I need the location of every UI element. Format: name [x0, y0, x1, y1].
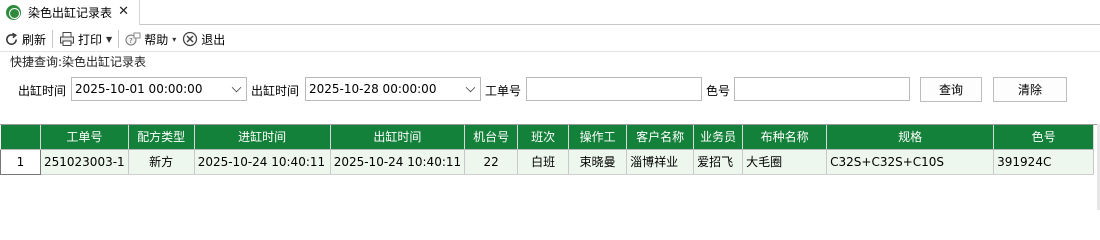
column-header[interactable]: 规格	[826, 125, 995, 150]
out-time-start-picker[interactable]: 2025-10-01 00:00:00	[71, 77, 247, 101]
cell-machine-no[interactable]: 22	[464, 149, 519, 175]
out-time-end-picker[interactable]: 2025-10-28 00:00:00	[305, 77, 481, 101]
refresh-label: 刷新	[22, 32, 47, 47]
tab-bar: 染色出缸记录表 ✕	[0, 0, 1100, 25]
print-button[interactable]: 打印 ▼	[56, 28, 115, 50]
cell-recipe-type[interactable]: 新方	[128, 149, 195, 175]
panel-divider	[0, 51, 1100, 52]
column-header[interactable]: 出缸时间	[330, 125, 466, 150]
work-no-label: 工单号	[485, 84, 522, 98]
query-panel-title: 快捷查询:染色出缸记录表	[10, 55, 147, 69]
chevron-down-icon: ▼	[106, 34, 113, 44]
cell-out-time[interactable]: 2025-10-24 10:40:11	[330, 149, 466, 175]
column-header[interactable]: 布种名称	[742, 125, 828, 150]
cell-operator[interactable]: 束晓曼	[568, 149, 628, 175]
exit-icon	[182, 31, 198, 47]
tab-label: 染色出缸记录表	[28, 6, 113, 20]
exit-label: 退出	[201, 32, 226, 47]
cell-fabric-name[interactable]: 大毛圈	[742, 149, 828, 175]
query-button[interactable]: 查询	[920, 77, 982, 102]
data-grid: 工单号 配方类型 进缸时间 出缸时间 机台号 班次 操作工 客户名称 业务员 布…	[0, 124, 1100, 210]
print-label: 打印	[78, 32, 103, 47]
tab-dyeing-record[interactable]: 染色出缸记录表 ✕	[0, 0, 140, 25]
cell-spec[interactable]: C32S+C32S+C10S	[826, 149, 995, 175]
cell-color-no[interactable]: 391924C	[993, 149, 1095, 175]
out-time-end-label: 出缸时间	[251, 84, 300, 98]
toolbar-divider	[118, 30, 120, 48]
column-header[interactable]: 客户名称	[626, 125, 695, 150]
refresh-icon	[3, 31, 19, 47]
table-row[interactable]: 1 251023003-1 新方 2025-10-24 10:40:11 202…	[0, 148, 1095, 175]
out-time-start-value: 2025-10-01 00:00:00	[75, 82, 203, 96]
help-button[interactable]: ? 帮助 ▾	[122, 28, 179, 50]
column-header[interactable]: 进缸时间	[194, 125, 331, 150]
chevron-down-icon[interactable]	[231, 82, 242, 93]
row-number-header	[0, 125, 41, 150]
svg-text:?: ?	[129, 37, 133, 45]
out-time-end-value: 2025-10-28 00:00:00	[309, 82, 437, 96]
row-number[interactable]: 1	[0, 148, 41, 175]
column-header[interactable]: 配方类型	[128, 125, 195, 150]
close-icon[interactable]: ✕	[118, 4, 129, 19]
help-icon: ?	[125, 31, 141, 47]
help-label: 帮助	[144, 32, 169, 47]
column-header[interactable]: 操作工	[568, 125, 628, 150]
printer-icon	[59, 31, 75, 47]
clear-button[interactable]: 清除	[993, 77, 1067, 102]
cell-salesperson[interactable]: 爱招飞	[693, 149, 744, 175]
color-no-label: 色号	[706, 84, 731, 98]
chevron-down-icon: ▾	[172, 34, 177, 44]
table-header-row: 工单号 配方类型 进缸时间 出缸时间 机台号 班次 操作工 客户名称 业务员 布…	[0, 125, 1095, 150]
out-time-start-label: 出缸时间	[18, 84, 67, 98]
column-header[interactable]: 业务员	[693, 125, 744, 150]
toolbar-divider	[52, 30, 54, 48]
toolbar: 刷新 打印 ▼ ? 帮助 ▾ 退出	[0, 28, 1100, 50]
cell-shift[interactable]: 白班	[517, 149, 570, 175]
cell-in-time[interactable]: 2025-10-24 10:40:11	[194, 149, 331, 175]
column-header[interactable]: 机台号	[464, 125, 519, 150]
cell-work-no[interactable]: 251023003-1	[40, 149, 129, 175]
color-no-input[interactable]	[734, 77, 910, 101]
cell-customer[interactable]: 淄博祥业	[626, 149, 695, 175]
globe-icon	[6, 5, 21, 20]
work-no-input[interactable]	[526, 77, 702, 101]
column-header[interactable]: 班次	[517, 125, 570, 150]
column-header[interactable]: 工单号	[40, 125, 129, 150]
refresh-button[interactable]: 刷新	[0, 28, 49, 50]
column-header[interactable]: 色号	[993, 125, 1095, 150]
records-table: 工单号 配方类型 进缸时间 出缸时间 机台号 班次 操作工 客户名称 业务员 布…	[0, 125, 1095, 175]
exit-button[interactable]: 退出	[179, 28, 228, 50]
chevron-down-icon[interactable]	[465, 82, 476, 93]
